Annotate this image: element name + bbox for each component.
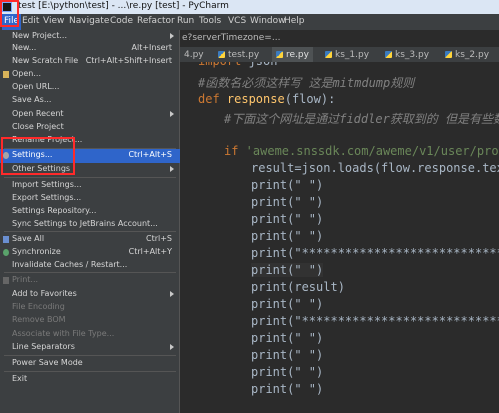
- code-line: print(" "): [251, 348, 324, 362]
- code-line: print(" "): [251, 297, 324, 311]
- menu-item-new-scratch-file[interactable]: New Scratch File Ctrl+Alt+Shift+Insert: [0, 55, 180, 69]
- editor-tab-strip: 4.py test.py re.py ks_1.py ks_3.py ks_2.…: [180, 47, 499, 63]
- menu-item-open-url[interactable]: Open URL...: [0, 81, 180, 95]
- python-file-icon: [218, 51, 225, 58]
- menu-navigate[interactable]: Navigate: [69, 16, 109, 26]
- menu-item-import-settings[interactable]: Import Settings...: [0, 179, 180, 193]
- menu-item-export-settings[interactable]: Export Settings...: [0, 192, 180, 206]
- window-title: test [E:\python\test] - ...\re.py [test]…: [18, 1, 229, 11]
- code-line: #函数名必须这样写 这是mitmdump规则: [198, 76, 415, 90]
- python-file-icon: [385, 51, 392, 58]
- submenu-arrow-icon: [170, 344, 174, 350]
- folder-icon: [3, 71, 9, 78]
- menu-item-line-separators[interactable]: Line Separators: [0, 341, 180, 355]
- menu-view[interactable]: View: [43, 16, 64, 26]
- printer-icon: [3, 277, 9, 284]
- code-line: result=json.loads(flow.response.text): [251, 161, 499, 175]
- code-line: print(" "): [251, 382, 324, 396]
- menu-item-add-to-favorites[interactable]: Add to Favorites: [0, 288, 180, 302]
- title-bar: test [E:\python\test] - ...\re.py [test]…: [0, 0, 499, 14]
- code-line: print(" "): [251, 195, 324, 209]
- menu-item-invalidate-caches[interactable]: Invalidate Caches / Restart...: [0, 259, 180, 273]
- submenu-arrow-icon: [170, 166, 174, 172]
- menu-item-exit[interactable]: Exit: [0, 373, 180, 387]
- file-menu-highlight-box: [0, 0, 19, 27]
- editor-breadcrumb-snippet: e?serverTimezone=...: [182, 33, 281, 43]
- tab-test-py[interactable]: test.py: [218, 47, 259, 62]
- menu-separator: [4, 177, 176, 178]
- python-file-icon: [325, 51, 332, 58]
- submenu-arrow-icon: [170, 291, 174, 297]
- code-line: print(" "): [251, 212, 324, 226]
- tab-ks-2-py[interactable]: ks_2.py: [445, 47, 489, 62]
- menu-item-synchronize[interactable]: Synchronize Ctrl+Alt+Y: [0, 246, 180, 260]
- code-line: print(" "): [251, 263, 324, 277]
- menu-item-power-save-mode[interactable]: Power Save Mode: [0, 357, 180, 371]
- menu-help[interactable]: Help: [284, 16, 305, 26]
- code-line: print(" "): [251, 178, 324, 192]
- code-line: print(result): [251, 280, 345, 294]
- code-line: print(" "): [251, 365, 324, 379]
- menu-separator: [4, 355, 176, 356]
- menu-separator: [4, 371, 176, 372]
- code-line: print("*****************************: [251, 314, 499, 328]
- menu-tools[interactable]: Tools: [199, 16, 221, 26]
- menu-code[interactable]: Code: [110, 16, 133, 26]
- code-editor[interactable]: import json #函数名必须这样写 这是mitmdump规则 def r…: [178, 62, 499, 413]
- menu-vcs[interactable]: VCS: [228, 16, 246, 26]
- python-file-icon: [276, 51, 283, 58]
- file-dropdown-menu: New Project... New... Alt+Insert New Scra…: [0, 30, 180, 413]
- code-line: print("*****************************: [251, 246, 499, 260]
- submenu-arrow-icon: [170, 33, 174, 39]
- menu-item-sync-settings[interactable]: Sync Settings to JetBrains Account...: [0, 218, 180, 232]
- menu-item-save-all[interactable]: Save All Ctrl+S: [0, 233, 180, 247]
- code-line: def response(flow):: [198, 92, 336, 106]
- menu-bar: File Edit View Navigate Code Refactor Ru…: [0, 14, 499, 30]
- code-line: #下面这个网址是通过fiddler获取到的 但是有些数据: [224, 112, 499, 126]
- code-line: print(" "): [251, 331, 324, 345]
- tab-ks-1-py[interactable]: ks_1.py: [325, 47, 369, 62]
- menu-item-save-as[interactable]: Save As...: [0, 94, 180, 108]
- menu-item-settings-repository[interactable]: Settings Repository...: [0, 205, 180, 219]
- menu-window[interactable]: Window: [250, 16, 286, 26]
- menu-item-associate-file-type[interactable]: Associate with File Type...: [0, 328, 180, 342]
- menu-item-remove-bom[interactable]: Remove BOM: [0, 314, 180, 328]
- code-line: print(" "): [251, 229, 324, 243]
- tab-re-py[interactable]: re.py: [272, 47, 313, 62]
- menu-separator: [4, 231, 176, 232]
- menu-item-open[interactable]: Open...: [0, 68, 180, 82]
- submenu-arrow-icon: [170, 111, 174, 117]
- menu-item-open-recent[interactable]: Open Recent: [0, 108, 180, 122]
- code-line: if 'aweme.snssdk.com/aweme/v1/user/profi…: [224, 144, 499, 158]
- settings-highlight-box: [1, 137, 75, 175]
- python-file-icon: [445, 51, 452, 58]
- menu-item-print[interactable]: Print...: [0, 274, 180, 288]
- tab-4-py[interactable]: 4.py: [184, 47, 204, 62]
- code-line: import json: [198, 62, 277, 68]
- menu-refactor[interactable]: Refactor: [137, 16, 175, 26]
- menu-run[interactable]: Run: [177, 16, 194, 26]
- sync-icon: [3, 249, 9, 256]
- tab-ks-3-py[interactable]: ks_3.py: [385, 47, 429, 62]
- save-all-icon: [3, 236, 9, 243]
- menu-edit[interactable]: Edit: [22, 16, 39, 26]
- menu-separator: [4, 272, 176, 273]
- menu-item-new[interactable]: New... Alt+Insert: [0, 42, 180, 56]
- menu-item-close-project[interactable]: Close Project: [0, 121, 180, 135]
- menu-item-file-encoding[interactable]: File Encoding: [0, 301, 180, 315]
